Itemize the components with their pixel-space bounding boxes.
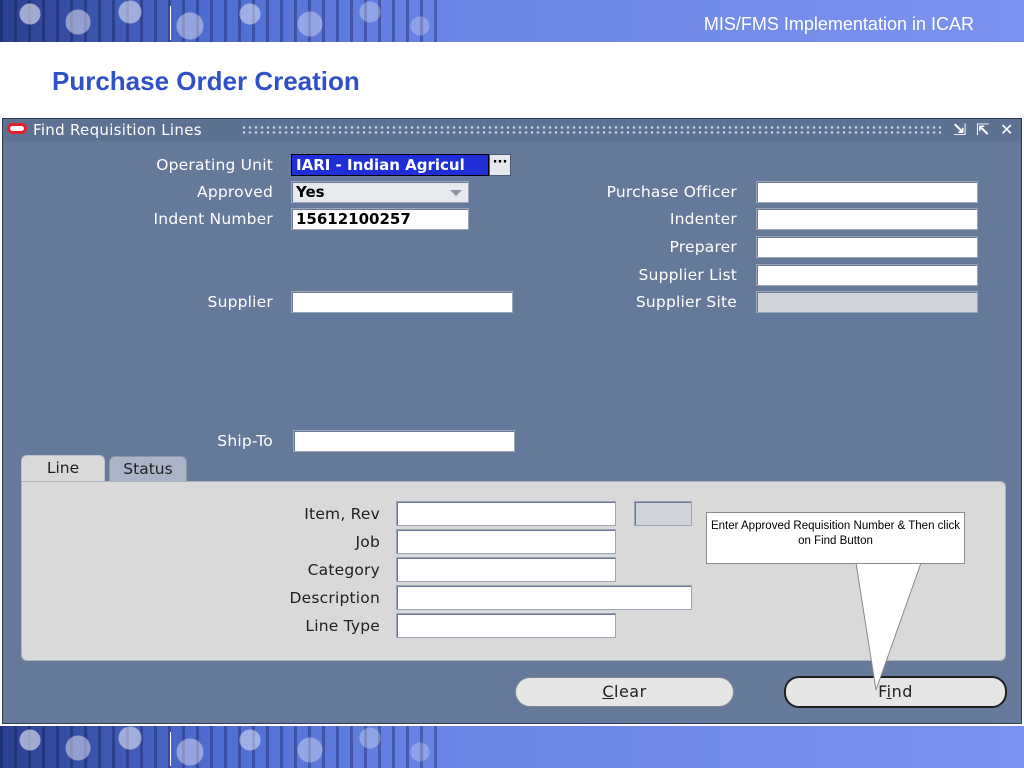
job-label: Job [355, 533, 380, 551]
line-type-label: Line Type [305, 617, 380, 635]
slide-title: Purchase Order Creation [52, 66, 360, 96]
clear-mnemonic: C [602, 682, 614, 701]
ship-to-label: Ship-To [217, 432, 273, 450]
footer-divider [170, 732, 171, 766]
operating-unit-field[interactable]: IARI - Indian Agricul [291, 154, 489, 176]
indent-number-label: Indent Number [153, 210, 273, 228]
purchase-officer-label: Purchase Officer [606, 183, 737, 201]
oracle-logo-icon [7, 123, 27, 134]
supplier-label: Supplier [207, 293, 273, 311]
window-titlebar[interactable]: Find Requisition Lines ⇲ ⇱ ✕ [3, 119, 1021, 141]
minimize-icon[interactable]: ⇲ [953, 120, 966, 139]
clear-button[interactable]: Clear [515, 677, 734, 707]
indent-number-field[interactable]: 15612100257 [291, 208, 469, 230]
banner-divider [170, 6, 171, 40]
ship-to-field[interactable] [293, 430, 515, 452]
footer-decoration [0, 726, 440, 768]
find-button[interactable]: Find [784, 676, 1007, 708]
titlebar-grip [241, 125, 941, 135]
supplier-list-field[interactable] [756, 264, 978, 286]
indenter-field[interactable] [756, 208, 978, 230]
supplier-field[interactable] [291, 291, 513, 313]
find-label-end: nd [891, 682, 913, 701]
find-label-start: F [878, 682, 887, 701]
item-field[interactable] [396, 501, 616, 526]
supplier-site-field [756, 291, 978, 313]
category-label: Category [307, 561, 380, 579]
supplier-list-label: Supplier List [638, 266, 737, 284]
approved-value: Yes [296, 183, 325, 201]
clear-label: lear [614, 682, 647, 701]
category-field[interactable] [396, 557, 616, 582]
operating-unit-lov-button[interactable]: ··· [489, 154, 511, 176]
approved-label: Approved [197, 183, 273, 201]
slide-header-banner: MIS/FMS Implementation in ICAR [0, 0, 1024, 42]
indenter-label: Indenter [669, 210, 737, 228]
description-field[interactable] [396, 585, 692, 610]
tab-status[interactable]: Status [109, 456, 187, 482]
supplier-site-label: Supplier Site [635, 293, 737, 311]
maximize-icon[interactable]: ⇱ [976, 120, 989, 139]
preparer-label: Preparer [669, 238, 737, 256]
description-label: Description [289, 589, 380, 607]
slide-header-text: MIS/FMS Implementation in ICAR [703, 14, 974, 34]
find-requisition-lines-window: Find Requisition Lines ⇲ ⇱ ✕ Operating U… [2, 118, 1022, 724]
revision-field [634, 501, 692, 526]
line-type-field[interactable] [396, 613, 616, 638]
slide-footer-banner [0, 726, 1024, 768]
banner-decoration [0, 0, 440, 42]
item-rev-label: Item, Rev [304, 505, 380, 523]
line-tab-panel: Item, Rev Job Category Description Line … [21, 481, 1006, 661]
approved-select[interactable]: Yes [291, 181, 469, 203]
tab-line[interactable]: Line [21, 455, 105, 481]
job-field[interactable] [396, 529, 616, 554]
purchase-officer-field[interactable] [756, 181, 978, 203]
instruction-callout: Enter Approved Requisition Number & Then… [706, 512, 965, 564]
chevron-down-icon[interactable] [450, 190, 462, 196]
close-icon[interactable]: ✕ [1000, 120, 1013, 139]
window-title: Find Requisition Lines [33, 121, 202, 139]
preparer-field[interactable] [756, 236, 978, 258]
operating-unit-label: Operating Unit [156, 156, 273, 174]
